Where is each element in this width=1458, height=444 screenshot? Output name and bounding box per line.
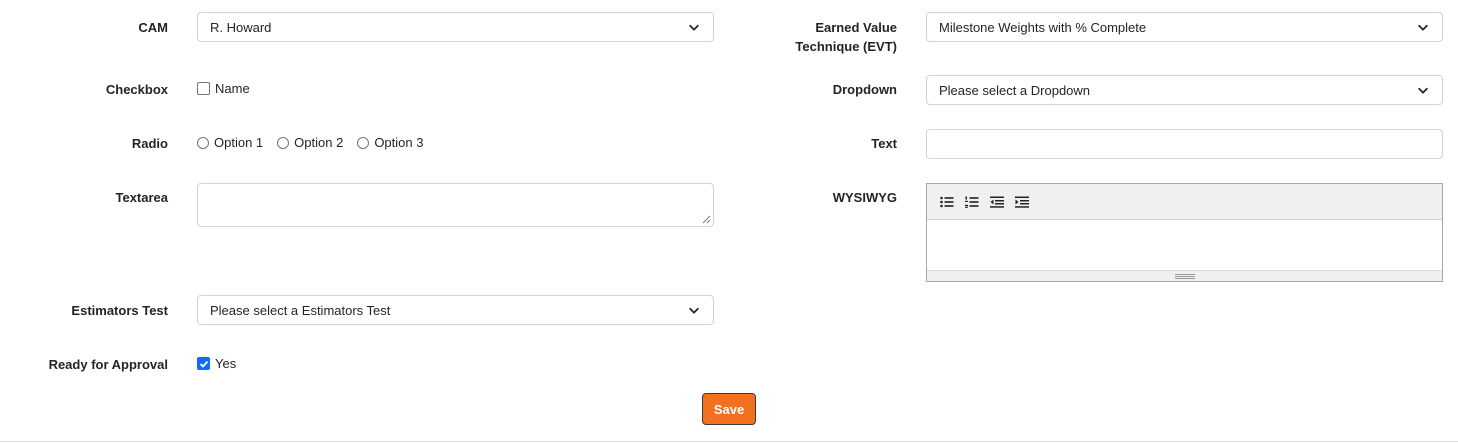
text-input[interactable] xyxy=(926,129,1443,159)
estimators-select-value: Please select a Estimators Test xyxy=(210,302,391,318)
estimators-label: Estimators Test xyxy=(71,303,168,318)
radio-button[interactable] xyxy=(357,136,370,149)
checkbox-option-label: Name xyxy=(215,81,250,96)
chevron-down-icon xyxy=(689,24,699,31)
dropdown-select[interactable]: Please select a Dropdown xyxy=(926,75,1443,105)
footer-divider xyxy=(0,441,1458,442)
checkmark-icon xyxy=(199,360,209,368)
resize-grip-icon[interactable] xyxy=(1174,273,1195,279)
text-label: Text xyxy=(871,136,897,151)
evt-select[interactable]: Milestone Weights with % Complete xyxy=(926,12,1443,42)
evt-select-value: Milestone Weights with % Complete xyxy=(939,19,1147,35)
radio-button[interactable] xyxy=(197,136,209,149)
approval-option-label: Yes xyxy=(215,356,237,371)
evt-label-line2: Technique (EVT) xyxy=(795,39,897,54)
textarea-field[interactable] xyxy=(197,183,714,227)
evt-label-line1: Earned Value xyxy=(815,20,897,35)
radio-label: Radio xyxy=(131,136,168,151)
dropdown-label: Dropdown xyxy=(832,82,897,97)
save-button[interactable]: Save xyxy=(702,393,756,425)
radio-button[interactable] xyxy=(277,136,290,149)
indent-icon[interactable] xyxy=(1012,192,1032,212)
dropdown-select-value: Please select a Dropdown xyxy=(939,82,1091,98)
name-checkbox[interactable]: Name xyxy=(197,79,250,98)
checkbox-box[interactable] xyxy=(197,357,210,370)
estimators-select[interactable]: Please select a Estimators Test xyxy=(197,295,714,325)
bulleted-list-icon[interactable] xyxy=(937,192,957,212)
radio-group: Option 1 Option 2 Option 3 xyxy=(197,133,437,152)
numbered-list-icon[interactable] xyxy=(962,192,982,212)
checkbox-label: Checkbox xyxy=(105,82,168,97)
checkbox-box[interactable] xyxy=(197,82,210,95)
radio-option-label: Option 1 xyxy=(214,135,264,150)
chevron-down-icon xyxy=(689,307,699,314)
chevron-down-icon xyxy=(1418,87,1428,94)
editor-toolbar xyxy=(927,184,1442,220)
editor-content-area[interactable] xyxy=(927,220,1442,272)
radio-option-1[interactable]: Option 1 xyxy=(197,135,263,150)
textarea-label: Textarea xyxy=(115,190,168,205)
evt-label: Earned Value Technique (EVT) xyxy=(780,18,897,56)
chevron-down-icon xyxy=(1418,24,1428,31)
cam-select-value: R. Howard xyxy=(210,19,272,35)
editor-resize-bar[interactable] xyxy=(927,270,1442,281)
cam-label: CAM xyxy=(138,20,168,35)
cam-select[interactable]: R. Howard xyxy=(197,12,714,42)
radio-option-3[interactable]: Option 3 xyxy=(357,135,423,150)
resize-grip-icon[interactable] xyxy=(702,215,711,224)
approval-label: Ready for Approval xyxy=(48,357,168,372)
wysiwyg-editor xyxy=(926,183,1443,282)
outdent-icon[interactable] xyxy=(987,192,1007,212)
radio-option-label: Option 2 xyxy=(294,135,344,150)
radio-option-2[interactable]: Option 2 xyxy=(277,135,343,150)
wysiwyg-label: WYSIWYG xyxy=(832,190,897,205)
radio-option-label: Option 3 xyxy=(374,135,424,150)
approval-checkbox[interactable]: Yes xyxy=(197,354,236,373)
